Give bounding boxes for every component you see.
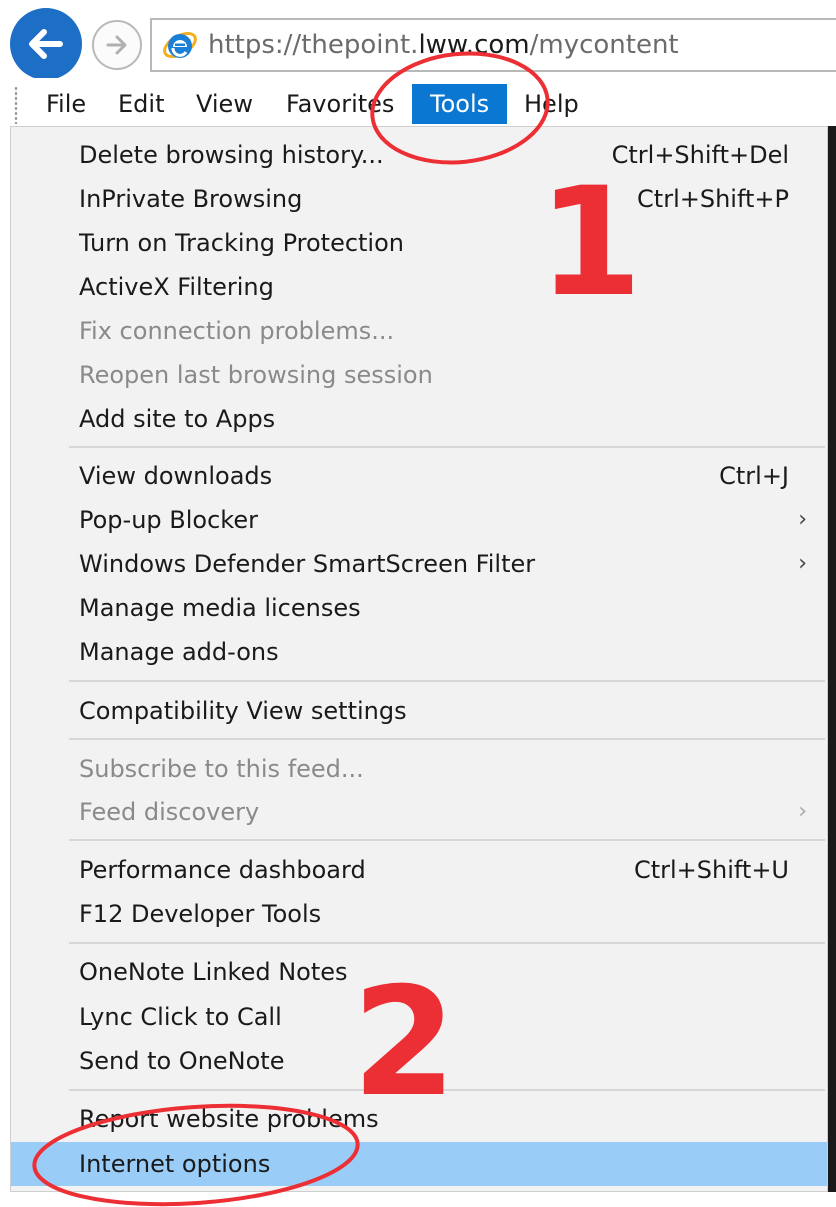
menu-item-label: Manage media licenses <box>79 594 361 622</box>
address-bar[interactable]: https://thepoint.lww.com/mycontent <box>150 18 836 72</box>
menu-item-label: Compatibility View settings <box>79 697 407 725</box>
menu-item-label: Turn on Tracking Protection <box>79 229 404 257</box>
menu-item-label: Internet options <box>79 1150 271 1178</box>
menu-item-delete-browsing-history[interactable]: Delete browsing history... Ctrl+Shift+De… <box>11 133 827 177</box>
menu-item-label: Manage add-ons <box>79 638 279 666</box>
back-button[interactable] <box>10 8 82 80</box>
menu-item-label: Feed discovery <box>79 798 260 826</box>
menu-file[interactable]: File <box>40 84 92 124</box>
menu-item-subscribe-feed: Subscribe to this feed... <box>11 747 827 791</box>
back-arrow-icon <box>29 29 63 59</box>
url-domain: lww.com <box>418 30 530 60</box>
menu-item-popup-blocker[interactable]: Pop-up Blocker › <box>11 498 827 542</box>
menu-item-label: Delete browsing history... <box>79 141 384 169</box>
menu-item-label: Report website problems <box>79 1105 379 1133</box>
menu-separator <box>69 738 825 740</box>
menu-edit[interactable]: Edit <box>112 84 170 124</box>
menu-item-label: Add site to Apps <box>79 405 276 433</box>
menu-separator <box>69 942 825 944</box>
menu-item-shortcut: Ctrl+J <box>719 462 789 490</box>
menu-item-label: InPrivate Browsing <box>79 185 303 213</box>
menu-item-label: Pop-up Blocker <box>79 506 258 534</box>
submenu-arrow-icon: › <box>798 551 807 576</box>
menu-item-shortcut: Ctrl+Shift+U <box>633 856 789 884</box>
internet-explorer-icon <box>163 31 197 59</box>
menu-item-smartscreen-filter[interactable]: Windows Defender SmartScreen Filter › <box>11 542 827 586</box>
menu-item-compatibility-view[interactable]: Compatibility View settings <box>11 689 827 733</box>
menu-item-label: View downloads <box>79 462 273 490</box>
menu-tools[interactable]: Tools <box>412 84 508 124</box>
menu-item-view-downloads[interactable]: View downloads Ctrl+J <box>11 454 827 498</box>
menu-item-label: Lync Click to Call <box>79 1003 282 1031</box>
menu-item-performance-dashboard[interactable]: Performance dashboard Ctrl+Shift+U <box>11 848 827 892</box>
menu-item-inprivate-browsing[interactable]: InPrivate Browsing Ctrl+Shift+P <box>11 177 827 221</box>
menu-bar-grip <box>14 86 18 124</box>
menu-item-fix-connection-problems: Fix connection problems... <box>11 309 827 353</box>
page-edge <box>828 126 836 1192</box>
menu-item-label: Send to OneNote <box>79 1047 285 1075</box>
menu-favorites[interactable]: Favorites <box>280 84 400 124</box>
step-1-annotation: 1 <box>538 156 643 330</box>
menu-view[interactable]: View <box>190 84 259 124</box>
menu-item-label: OneNote Linked Notes <box>79 958 348 986</box>
url-prefix: https://thepoint. <box>208 30 419 60</box>
menu-item-activex-filtering[interactable]: ActiveX Filtering <box>11 265 827 309</box>
submenu-arrow-icon: › <box>798 507 807 532</box>
menu-item-label: ActiveX Filtering <box>79 273 274 301</box>
menu-help[interactable]: Help <box>518 84 585 124</box>
menu-item-label: Windows Defender SmartScreen Filter <box>79 550 536 578</box>
menu-item-label: Reopen last browsing session <box>79 361 433 389</box>
forward-button[interactable] <box>92 20 142 70</box>
menu-item-shortcut: Ctrl+Shift+P <box>637 185 789 213</box>
menu-item-feed-discovery: Feed discovery › <box>11 790 827 834</box>
forward-arrow-icon <box>106 35 127 55</box>
menu-item-label: F12 Developer Tools <box>79 900 322 928</box>
menu-item-manage-media-licenses[interactable]: Manage media licenses <box>11 586 827 630</box>
url-suffix: /mycontent <box>529 30 679 60</box>
menu-item-label: Fix connection problems... <box>79 317 395 345</box>
menu-item-manage-add-ons[interactable]: Manage add-ons <box>11 630 827 674</box>
menu-separator <box>69 680 825 682</box>
step-2-annotation: 2 <box>352 956 457 1130</box>
menu-item-internet-options[interactable]: Internet options <box>11 1142 827 1186</box>
submenu-arrow-icon: › <box>798 799 807 824</box>
menu-bar: File Edit View Favorites Tools Help <box>0 78 836 128</box>
menu-item-tracking-protection[interactable]: Turn on Tracking Protection <box>11 221 827 265</box>
menu-item-f12-developer-tools[interactable]: F12 Developer Tools <box>11 892 827 936</box>
menu-item-reopen-last-session: Reopen last browsing session <box>11 353 827 397</box>
menu-item-label: Performance dashboard <box>79 856 366 884</box>
address-url[interactable]: https://thepoint.lww.com/mycontent <box>208 30 679 60</box>
menu-separator <box>69 446 825 448</box>
menu-separator <box>69 839 825 841</box>
menu-item-add-site-to-apps[interactable]: Add site to Apps <box>11 397 827 441</box>
menu-item-label: Subscribe to this feed... <box>79 755 364 783</box>
